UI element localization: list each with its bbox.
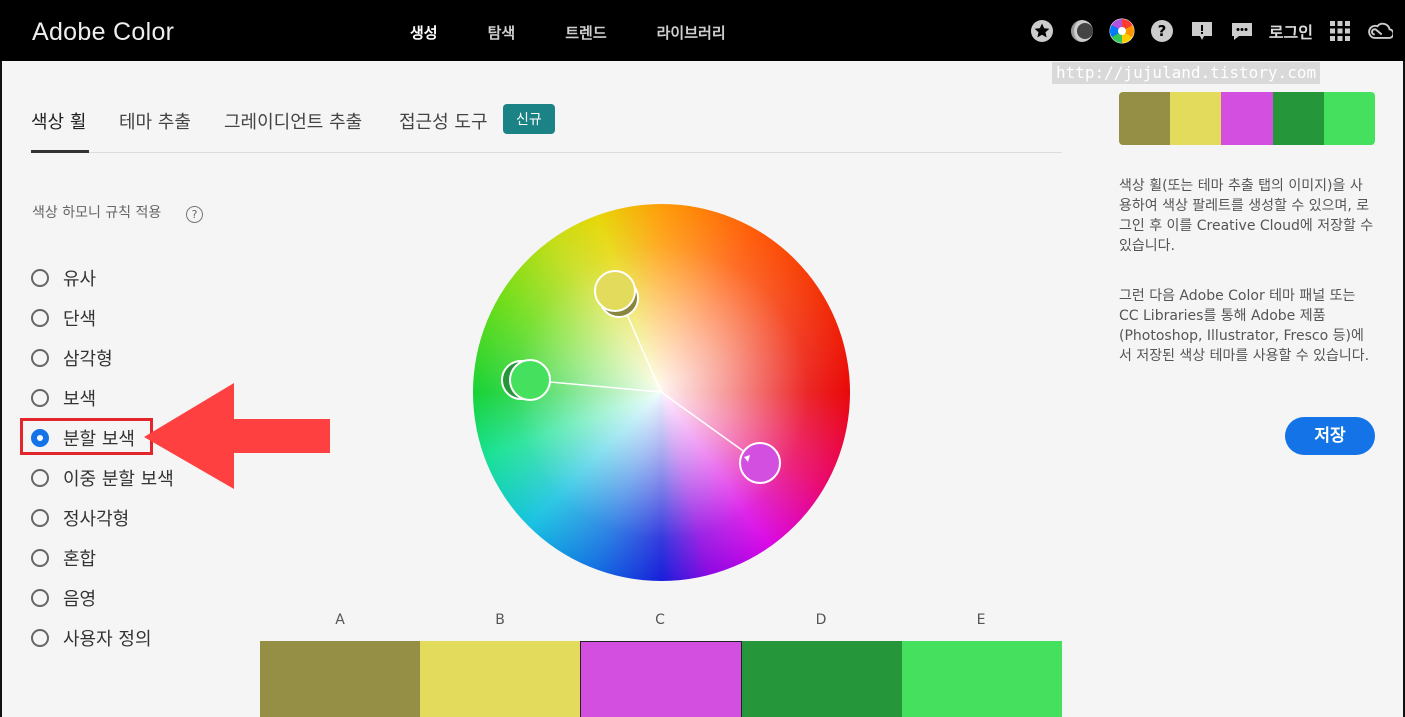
swatch-d[interactable] — [742, 641, 902, 717]
new-badge: 신규 — [503, 104, 555, 134]
palette-color-3 — [1221, 92, 1273, 145]
radio-button[interactable] — [31, 589, 49, 607]
moon-icon[interactable] — [1069, 18, 1095, 44]
annotation-highlight-box — [20, 418, 153, 455]
color-wheel-icon[interactable] — [1109, 18, 1135, 44]
alert-icon[interactable] — [1189, 18, 1215, 44]
grid-icon[interactable] — [1327, 18, 1353, 44]
radio-triad[interactable]: 삼각형 — [31, 344, 113, 372]
radio-analogous[interactable]: 유사 — [31, 264, 96, 292]
nav-explore[interactable]: 탐색 — [488, 22, 516, 43]
header-icons: ? 로그인 — [1029, 18, 1393, 44]
adobe-color-logo[interactable]: Adobe Color — [32, 18, 174, 47]
main-nav: 생성 탐색 트렌드 라이브러리 — [410, 22, 726, 43]
color-swatches — [260, 641, 1062, 717]
radio-square[interactable]: 정사각형 — [31, 504, 129, 532]
palette-color-5 — [1323, 92, 1375, 145]
radio-label: 보색 — [63, 389, 97, 410]
swatch-b[interactable] — [420, 641, 580, 717]
tab-extract-theme[interactable]: 테마 추출 — [119, 108, 191, 134]
radio-label: 정사각형 — [63, 509, 130, 530]
active-tab-underline — [31, 150, 89, 153]
radio-button[interactable] — [31, 549, 49, 567]
annotation-arrow-icon — [144, 383, 330, 489]
radio-label: 사용자 정의 — [63, 629, 152, 650]
radio-label: 혼합 — [63, 549, 97, 570]
radio-button[interactable] — [31, 349, 49, 367]
swatch-e[interactable] — [902, 641, 1062, 717]
color-handle-b[interactable] — [594, 270, 639, 318]
color-handle-d[interactable] — [501, 359, 551, 401]
palette-color-4 — [1272, 92, 1324, 145]
window-border-left — [0, 61, 2, 717]
top-navigation-bar: Adobe Color 생성 탐색 트렌드 라이브러리 ? 로그인 — [0, 0, 1405, 61]
creative-cloud-icon[interactable] — [1367, 18, 1393, 44]
radio-button[interactable] — [31, 469, 49, 487]
sidebar-description-2: 그런 다음 Adobe Color 테마 패널 또는 CC Libraries를… — [1119, 288, 1370, 364]
tab-accessibility-tools[interactable]: 접근성 도구 — [399, 108, 488, 134]
radio-label: 음영 — [63, 589, 97, 610]
swatch-label-c: C — [655, 612, 665, 628]
tab-color-wheel[interactable]: 색상 휠 — [31, 108, 86, 134]
harmony-rule-title: 색상 하모니 규칙 적용 — [32, 205, 162, 221]
radio-button[interactable] — [31, 269, 49, 287]
radio-complementary[interactable]: 보색 — [31, 384, 96, 412]
radio-button[interactable] — [31, 389, 49, 407]
tool-tabs: 색상 휠 테마 추출 그레이디언트 추출 접근성 도구 신규 — [31, 104, 1062, 153]
watermark: http://jujuland.tistory.com — [1052, 62, 1321, 84]
nav-library[interactable]: 라이브러리 — [657, 22, 726, 43]
swatch-label-b: B — [495, 612, 505, 628]
swatch-c[interactable] — [580, 641, 742, 717]
swatch-label-e: E — [976, 612, 986, 628]
radio-label: 삼각형 — [63, 349, 113, 370]
radio-shades[interactable]: 음영 — [31, 584, 96, 612]
svg-text:?: ? — [1157, 22, 1166, 40]
radio-monochromatic[interactable]: 단색 — [31, 304, 96, 332]
swatch-a[interactable] — [260, 641, 420, 717]
help-circle-icon[interactable]: ? — [186, 206, 203, 223]
chat-icon[interactable] — [1229, 18, 1255, 44]
radio-button[interactable] — [31, 309, 49, 327]
color-wheel[interactable] — [473, 204, 850, 581]
radio-custom[interactable]: 사용자 정의 — [31, 624, 152, 652]
star-icon[interactable] — [1029, 18, 1055, 44]
palette-color-2 — [1170, 92, 1222, 145]
nav-trends[interactable]: 트렌드 — [565, 22, 606, 43]
tab-extract-gradient[interactable]: 그레이디언트 추출 — [224, 108, 362, 134]
radio-compound[interactable]: 혼합 — [31, 544, 96, 572]
help-icon[interactable]: ? — [1149, 18, 1175, 44]
swatch-label-a: A — [335, 612, 345, 628]
login-link[interactable]: 로그인 — [1269, 19, 1313, 43]
theme-palette-preview — [1119, 92, 1375, 145]
nav-create[interactable]: 생성 — [410, 22, 438, 43]
radio-label: 유사 — [63, 269, 97, 290]
palette-color-1 — [1119, 92, 1171, 145]
color-handle-c[interactable] — [739, 442, 781, 484]
radio-button[interactable] — [31, 629, 49, 647]
radio-button[interactable] — [31, 509, 49, 527]
color-wheel-handles — [501, 270, 781, 484]
radio-label: 단색 — [63, 309, 97, 330]
swatch-label-d: D — [815, 612, 827, 628]
sidebar-description-1: 색상 휠(또는 테마 추출 탭의 이미지)을 사용하여 색상 팔레트를 생성할 … — [1119, 178, 1374, 254]
save-button[interactable]: 저장 — [1285, 417, 1375, 455]
